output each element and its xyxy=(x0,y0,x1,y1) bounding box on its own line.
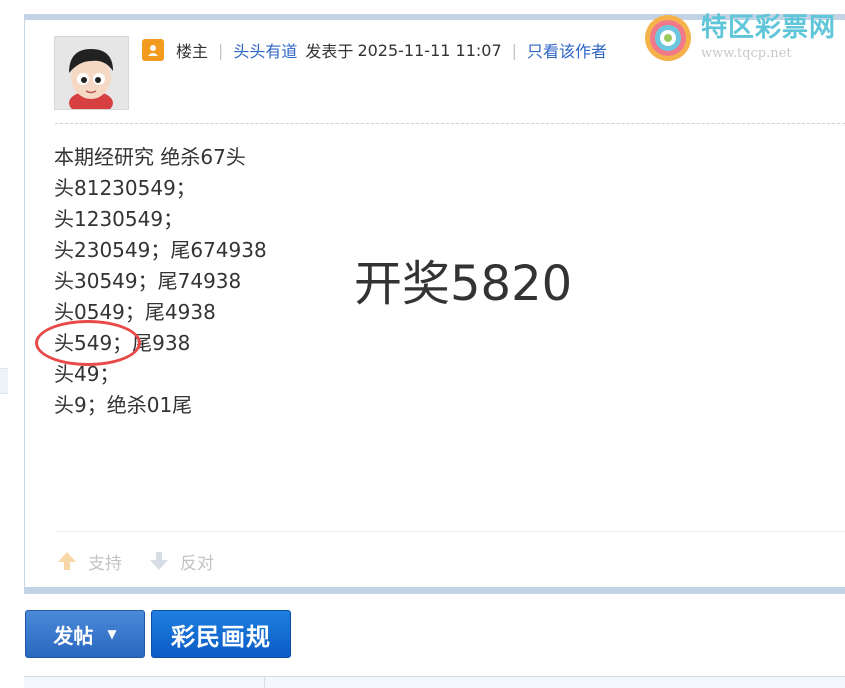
forum-rules-label: 彩民画规 xyxy=(171,622,271,651)
forum-rules-button[interactable]: 彩民画规 xyxy=(151,610,291,658)
meta-divider xyxy=(55,123,845,124)
support-button[interactable]: 支持 xyxy=(56,549,122,574)
content-line: 头1230549； xyxy=(54,207,184,231)
left-rail xyxy=(0,0,24,687)
owner-label: 楼主 xyxy=(176,42,209,61)
owner-badge-icon xyxy=(142,39,164,61)
draw-result-overlay: 开奖5820 xyxy=(354,256,573,312)
post-datetime: 2025-11-11 11:07 xyxy=(357,40,502,60)
arrow-up-icon xyxy=(58,552,76,570)
meta-separator: | xyxy=(218,40,224,60)
post-content: 本期经研究 绝杀67头 头81230549； 头1230549； 头230549… xyxy=(54,142,267,421)
post-meta: 楼主 | 头头有道 发表于 2025-11-11 11:07 | 只看该作者 xyxy=(142,36,607,64)
meta-separator: | xyxy=(511,40,518,60)
support-label: 支持 xyxy=(88,553,122,574)
oppose-button[interactable]: 反对 xyxy=(148,549,214,574)
left-rail-tab xyxy=(0,368,8,394)
avatar[interactable] xyxy=(54,36,129,110)
posted-prefix: 发表于 xyxy=(305,42,354,61)
new-post-label: 发帖 xyxy=(53,623,94,648)
only-author-link[interactable]: 只看该作者 xyxy=(527,38,607,62)
avatar-cartoon-icon xyxy=(55,37,128,109)
site-logo[interactable]: 特区彩票网 www.tqcp.net xyxy=(643,8,845,68)
content-line: 头230549；尾674938 xyxy=(54,238,267,262)
author-link[interactable]: 头头有道 xyxy=(233,38,297,62)
highlight-circle xyxy=(35,320,141,366)
content-line: 头9；绝杀01尾 xyxy=(54,393,193,417)
oppose-label: 反对 xyxy=(180,553,214,574)
bottom-strip-divider xyxy=(264,677,265,688)
swirl-logo-icon xyxy=(645,15,691,61)
content-line: 头30549；尾74938 xyxy=(54,269,242,293)
arrow-down-icon xyxy=(150,552,168,570)
content-line: 本期经研究 绝杀67头 xyxy=(54,145,246,169)
logo-url: www.tqcp.net xyxy=(701,46,792,61)
chevron-down-icon: ▼ xyxy=(107,627,117,641)
content-line: 头81230549； xyxy=(54,176,196,200)
vote-divider xyxy=(55,531,845,532)
logo-name: 特区彩票网 xyxy=(701,13,837,43)
new-post-button[interactable]: 发帖 ▼ xyxy=(25,610,145,658)
bottom-table-strip xyxy=(24,676,845,688)
post-bottom-bar xyxy=(24,587,845,594)
